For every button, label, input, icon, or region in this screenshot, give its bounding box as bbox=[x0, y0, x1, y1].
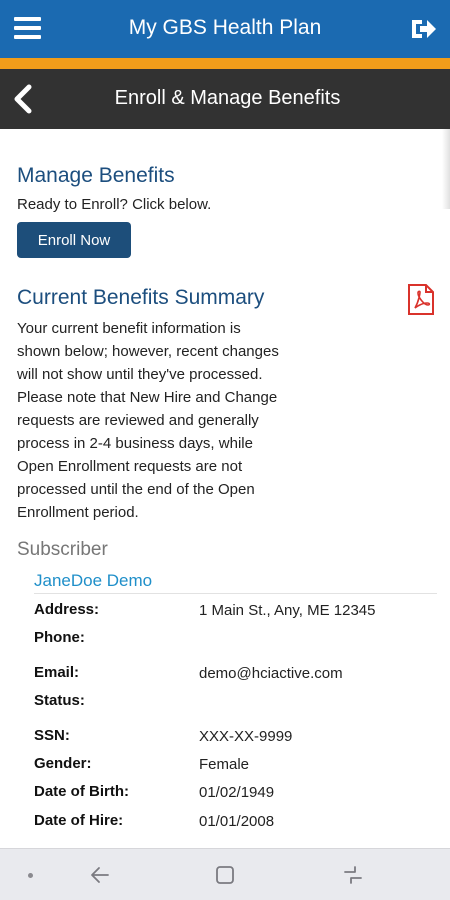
app-title: My GBS Health Plan bbox=[128, 16, 322, 39]
header-accent-stripe bbox=[0, 58, 450, 69]
subscriber-name: JaneDoe Demo bbox=[34, 571, 153, 590]
app-header: My GBS Health Plan bbox=[0, 0, 450, 58]
system-nav-bar bbox=[0, 848, 450, 900]
gender-label: Gender: bbox=[34, 755, 92, 772]
summary-line: processed until the end of the Open bbox=[17, 481, 255, 498]
address-label: Address: bbox=[34, 601, 100, 618]
address-value: 1 Main St., Any, ME 12345 bbox=[199, 602, 376, 619]
summary-line: Open Enrollment requests are not bbox=[17, 458, 243, 475]
summary-line: requests are reviewed and generally bbox=[17, 412, 259, 429]
manage-benefits-subtitle: Ready to Enroll? Click below. bbox=[17, 196, 212, 213]
enroll-now-button[interactable]: Enroll Now bbox=[17, 222, 131, 258]
divider bbox=[34, 593, 437, 594]
page-title: Enroll & Manage Benefits bbox=[114, 87, 341, 109]
ssn-value: XXX-XX-9999 bbox=[199, 728, 293, 745]
summary-line: will not show until they've processed. bbox=[17, 366, 263, 383]
phone-label: Phone: bbox=[34, 629, 85, 646]
subscriber-heading: Subscriber bbox=[17, 539, 108, 560]
status-label: Status: bbox=[34, 692, 85, 709]
ssn-label: SSN: bbox=[34, 727, 70, 744]
benefits-summary-title: Current Benefits Summary bbox=[17, 286, 265, 309]
date-of-birth-label: Date of Birth: bbox=[34, 783, 129, 800]
summary-line: Please note that New Hire and Change bbox=[17, 389, 278, 406]
nav-home-icon[interactable] bbox=[214, 864, 236, 886]
nav-recent-apps-icon[interactable] bbox=[341, 864, 365, 886]
summary-line: Your current benefit information is bbox=[17, 320, 241, 337]
gender-value: Female bbox=[199, 756, 250, 773]
summary-line: process in 2-4 business days, while bbox=[17, 435, 253, 452]
benefits-summary-text: Your current benefit information is show… bbox=[17, 317, 317, 524]
nav-dot-icon[interactable] bbox=[28, 873, 33, 878]
date-of-hire-label: Date of Hire: bbox=[34, 812, 124, 829]
email-label: Email: bbox=[34, 664, 80, 681]
manage-benefits-title: Manage Benefits bbox=[17, 164, 175, 187]
email-value: demo@hciactive.com bbox=[199, 665, 343, 682]
summary-line: Enrollment period. bbox=[17, 504, 139, 521]
pdf-icon[interactable] bbox=[407, 283, 435, 316]
date-of-hire-value: 01/01/2008 bbox=[199, 813, 275, 830]
summary-line: shown below; however, recent changes bbox=[17, 343, 279, 360]
date-of-birth-value: 01/02/1949 bbox=[199, 784, 275, 801]
nav-back-icon[interactable] bbox=[88, 863, 112, 887]
page-header: Enroll & Manage Benefits bbox=[0, 69, 450, 129]
scroll-edge-shadow bbox=[442, 129, 450, 209]
logout-icon[interactable] bbox=[408, 14, 438, 44]
